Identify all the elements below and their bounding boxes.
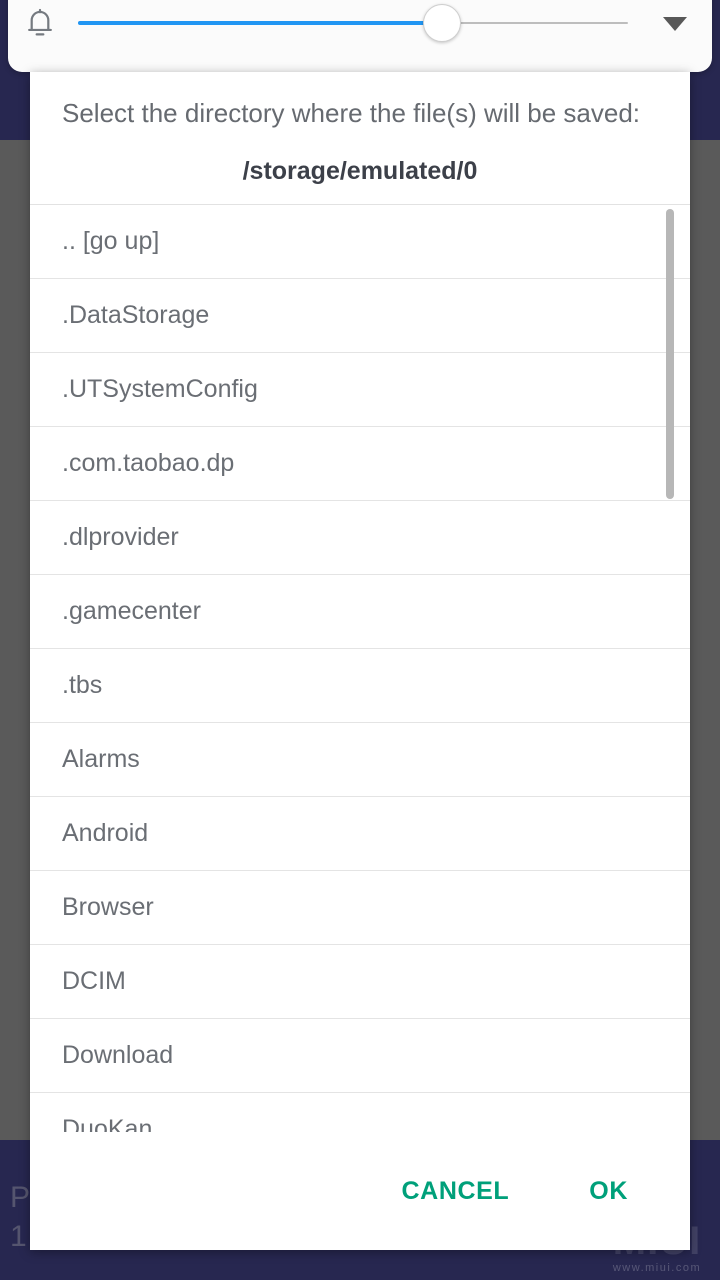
current-path-label: /storage/emulated/0 bbox=[242, 157, 478, 186]
directory-list-item-label: .gamecenter bbox=[62, 597, 201, 626]
directory-list[interactable]: .. [go up] .DataStorage .UTSystemConfig .co… bbox=[30, 205, 690, 1132]
phone-screen: P 1 MIUI www.miui.com bbox=[0, 0, 720, 1280]
directory-list-item-label: Alarms bbox=[62, 745, 140, 774]
volume-slider-row bbox=[8, 0, 712, 46]
volume-slider[interactable] bbox=[78, 0, 628, 46]
chevron-down-icon[interactable] bbox=[638, 13, 712, 33]
directory-chooser-dialog: Select the directory where the file(s) w… bbox=[30, 72, 690, 1250]
directory-list-item-label: Android bbox=[62, 819, 149, 848]
directory-list-item[interactable]: .UTSystemConfig bbox=[30, 353, 690, 428]
slider-thumb[interactable] bbox=[423, 4, 461, 42]
directory-list-item[interactable]: Browser bbox=[30, 871, 690, 946]
ok-button[interactable]: OK bbox=[571, 1165, 646, 1218]
directory-list-item-label: Download bbox=[62, 1041, 174, 1070]
scrollbar-thumb[interactable] bbox=[666, 209, 674, 500]
background-text-fragment-number: 1 bbox=[10, 1220, 27, 1253]
directory-list-item[interactable]: .. [go up] bbox=[30, 205, 690, 280]
directory-list-item-label: DCIM bbox=[62, 967, 126, 996]
scrollbar[interactable] bbox=[666, 205, 674, 1132]
volume-panel bbox=[8, 0, 712, 72]
directory-list-item[interactable]: .dlprovider bbox=[30, 501, 690, 576]
directory-list-container: .. [go up] .DataStorage .UTSystemConfig .co… bbox=[30, 204, 690, 1132]
dialog-title: Select the directory where the file(s) w… bbox=[62, 98, 641, 128]
directory-list-item-label: .UTSystemConfig bbox=[62, 375, 258, 404]
directory-list-item[interactable]: Android bbox=[30, 797, 690, 872]
directory-list-item[interactable]: DuoKan bbox=[30, 1093, 690, 1132]
directory-list-item-label: .com.taobao.dp bbox=[62, 449, 235, 478]
miui-watermark-url: www.miui.com bbox=[612, 1262, 702, 1274]
directory-list-item[interactable]: .com.taobao.dp bbox=[30, 427, 690, 502]
directory-list-item-label: .DataStorage bbox=[62, 301, 210, 330]
directory-list-item[interactable]: .gamecenter bbox=[30, 575, 690, 650]
background-text-fragment-letter: P bbox=[10, 1181, 31, 1214]
dialog-actions: CANCEL OK bbox=[30, 1132, 690, 1250]
directory-list-item-label: .. [go up] bbox=[62, 227, 160, 256]
directory-list-item-label: DuoKan bbox=[62, 1115, 153, 1132]
slider-fill bbox=[78, 21, 441, 25]
bell-icon[interactable] bbox=[8, 5, 72, 41]
directory-list-item[interactable]: .tbs bbox=[30, 649, 690, 724]
cancel-button[interactable]: CANCEL bbox=[384, 1165, 528, 1218]
directory-list-item[interactable]: .DataStorage bbox=[30, 279, 690, 354]
directory-list-item-label: Browser bbox=[62, 893, 154, 922]
directory-list-item[interactable]: Download bbox=[30, 1019, 690, 1094]
directory-list-item[interactable]: Alarms bbox=[30, 723, 690, 798]
directory-list-item[interactable]: DCIM bbox=[30, 945, 690, 1020]
directory-list-item-label: .tbs bbox=[62, 671, 103, 700]
dialog-header: Select the directory where the file(s) w… bbox=[30, 72, 690, 204]
directory-list-item-label: .dlprovider bbox=[62, 523, 179, 552]
